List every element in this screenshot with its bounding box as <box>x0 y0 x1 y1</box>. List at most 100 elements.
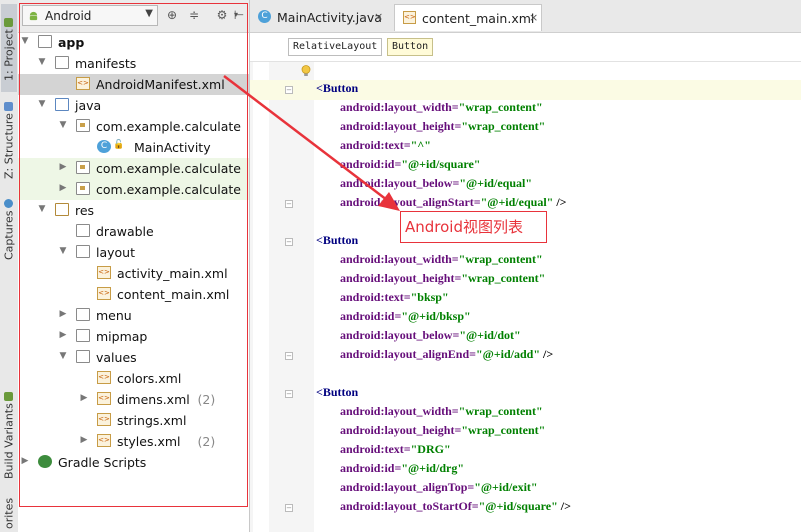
code-token: android:layout_alignTop= <box>340 480 475 494</box>
collapsed-arrow-icon[interactable]: ▶ <box>79 435 89 445</box>
tree-item[interactable]: drawable <box>18 221 249 242</box>
tree-item[interactable]: ▶ <> styles.xml (2) <box>18 431 249 452</box>
code-token: "wrap_content" <box>461 271 546 285</box>
code-token: "@+id/equal" <box>480 195 554 209</box>
tree-item[interactable]: <> AndroidManifest.xml <box>18 74 249 95</box>
favorites-tool-tab[interactable]: orites <box>1 494 17 532</box>
lock-icon: 🔓 <box>113 140 125 150</box>
code-line: <Button <box>316 385 358 404</box>
tree-item[interactable]: ▼ java <box>18 95 249 116</box>
tree-item-label: values <box>96 350 137 365</box>
code-line: android:layout_below="@+id/equal" <box>340 176 532 195</box>
code-token: android:layout_width= <box>340 252 459 266</box>
project-panel: Android ▼ ⊕ ≑ ⚙ ▾ ⊢ ▼ app ▼ manifests <> Andr… <box>18 0 276 532</box>
code-token: "@+id/exit" <box>474 480 538 494</box>
collapse-icon[interactable]: ≑ <box>186 7 202 23</box>
expanded-arrow-icon[interactable]: ▼ <box>58 246 68 256</box>
folder-icon <box>76 245 90 258</box>
folder-icon <box>76 308 90 321</box>
lightbulb-icon[interactable] <box>301 65 311 77</box>
structure-tab-label: Z: Structure <box>2 113 16 180</box>
collapsed-arrow-icon[interactable]: ▶ <box>20 456 30 466</box>
tree-item[interactable]: ▶ Gradle Scripts <box>18 452 249 473</box>
tree-item[interactable]: <> content_main.xml <box>18 284 249 305</box>
tree-item[interactable]: C 🔓 MainActivity <box>18 137 249 158</box>
target-icon[interactable]: ⊕ <box>164 7 180 23</box>
expanded-arrow-icon[interactable]: ▼ <box>20 36 30 46</box>
fold-start-icon[interactable]: − <box>285 238 293 246</box>
fold-end-icon[interactable]: − <box>285 504 293 512</box>
tree-item[interactable]: ▶ menu <box>18 305 249 326</box>
tree-item[interactable]: ▼ manifests <box>18 53 249 74</box>
close-icon[interactable]: × <box>374 10 383 23</box>
folder-icon <box>76 350 90 363</box>
build-variants-tab-label: Build Variants <box>2 403 16 480</box>
tab-content-main[interactable]: <> content_main.xml × <box>394 4 542 31</box>
tree-item[interactable]: <> colors.xml <box>18 368 249 389</box>
structure-icon <box>4 101 14 111</box>
code-token: android:layout_below= <box>340 328 460 342</box>
code-token: <Button <box>316 81 359 95</box>
captures-tool-tab[interactable]: Captures <box>1 192 17 264</box>
tab-label: MainActivity.java <box>277 10 382 25</box>
view-selector[interactable]: Android ▼ <box>22 5 158 26</box>
project-tool-tab[interactable]: 1: Project <box>1 4 17 92</box>
fold-start-icon[interactable]: − <box>285 390 293 398</box>
breadcrumb-button[interactable]: Button <box>387 38 434 56</box>
gradle-icon <box>38 455 52 468</box>
build-variants-tool-tab[interactable]: Build Variants <box>1 384 17 484</box>
tree-item-label: res <box>75 203 95 218</box>
tree-item[interactable]: ▶ mipmap <box>18 326 249 347</box>
code-token: "^" <box>410 138 431 152</box>
code-token: android:layout_height= <box>340 423 462 437</box>
breadcrumb-relative-layout[interactable]: RelativeLayout <box>288 38 383 56</box>
tree-item[interactable]: ▼ res <box>18 200 249 221</box>
source-folder-icon <box>55 98 69 111</box>
expanded-arrow-icon[interactable]: ▼ <box>58 351 68 361</box>
captures-tab-label: Captures <box>2 210 16 261</box>
tree-item[interactable]: ▼ com.example.calculate <box>18 116 249 137</box>
fold-start-icon[interactable]: − <box>285 86 293 94</box>
tree-item[interactable]: <> activity_main.xml <box>18 263 249 284</box>
code-line: android:id="@+id/square" <box>340 157 480 176</box>
collapsed-arrow-icon[interactable]: ▶ <box>58 309 68 319</box>
tree-item-label: menu <box>96 308 132 323</box>
close-icon[interactable]: × <box>529 11 538 24</box>
expanded-arrow-icon[interactable]: ▼ <box>58 120 68 130</box>
tree-item[interactable]: ▼ app <box>18 32 249 53</box>
expanded-arrow-icon[interactable]: ▼ <box>37 99 47 109</box>
tree-item[interactable]: ▶ <> dimens.xml (2) <box>18 389 249 410</box>
structure-tool-tab[interactable]: Z: Structure <box>1 96 17 182</box>
expanded-arrow-icon[interactable]: ▼ <box>37 204 47 214</box>
folder-icon <box>76 224 90 237</box>
tree-item-label: drawable <box>96 224 154 239</box>
tree-item[interactable]: <> strings.xml <box>18 410 249 431</box>
tree-item-label: manifests <box>75 56 137 71</box>
xml-file-icon: <> <box>403 11 416 24</box>
collapsed-arrow-icon[interactable]: ▶ <box>58 183 68 193</box>
android-icon <box>4 17 14 27</box>
tree-item-label: styles.xml <box>117 434 181 449</box>
code-token: "@+id/drg" <box>401 461 464 475</box>
fold-end-icon[interactable]: − <box>285 352 293 360</box>
fold-end-icon[interactable]: − <box>285 200 293 208</box>
hide-panel-icon[interactable]: ⊢ <box>231 7 247 23</box>
collapsed-arrow-icon[interactable]: ▶ <box>58 162 68 172</box>
collapsed-arrow-icon[interactable]: ▶ <box>58 330 68 340</box>
code-token: /> <box>553 195 567 209</box>
expanded-arrow-icon[interactable]: ▼ <box>37 57 47 67</box>
tree-item[interactable]: ▶com.example.calculate(ar <box>18 158 276 179</box>
project-toolbar: Android ▼ ⊕ ≑ ⚙ ▾ ⊢ <box>18 0 249 33</box>
code-line: android:text="bksp" <box>340 290 449 309</box>
tab-main-activity[interactable]: C MainActivity.java × <box>250 4 386 31</box>
tree-item[interactable]: ▼ layout <box>18 242 249 263</box>
tree-item[interactable]: ▼ values <box>18 347 249 368</box>
collapsed-arrow-icon[interactable]: ▶ <box>79 393 89 403</box>
code-token: "wrap_content" <box>458 100 543 114</box>
code-editor[interactable]: − − − − − − <Button android:layout_width="wrap… <box>250 62 801 532</box>
tree-item-label: dimens.xml <box>117 392 190 407</box>
tree-item[interactable]: ▶com.example.calculate(te <box>18 179 276 200</box>
code-line: <Button <box>316 81 358 100</box>
tab-label: content_main.xml <box>422 11 535 26</box>
code-token: "wrap_content" <box>461 423 546 437</box>
